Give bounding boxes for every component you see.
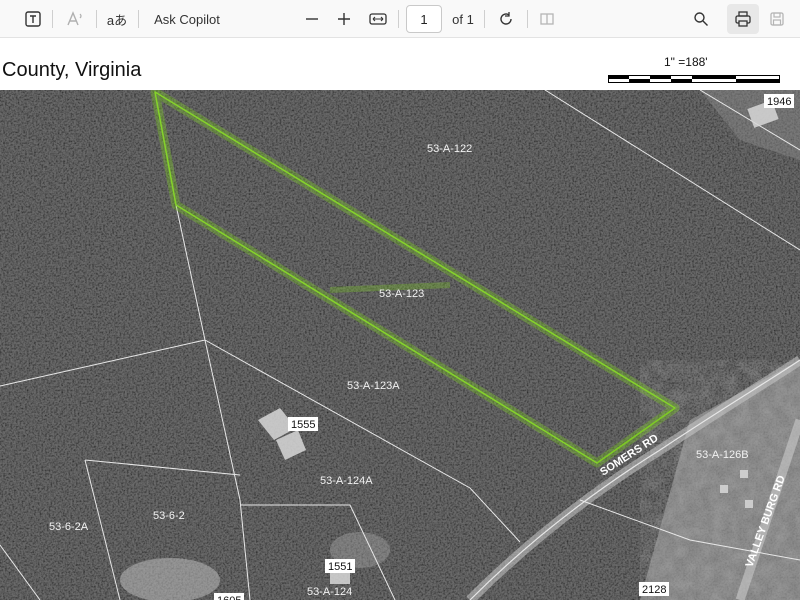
cleared-area-sw (120, 558, 220, 600)
house-number-tag: 1946 (764, 94, 794, 108)
house-number-tag: 1555 (288, 417, 318, 431)
parcel-label: 53-6-2 (153, 510, 185, 522)
toolbar-divider (484, 10, 485, 28)
pdf-toolbar: aあ Ask Copilot 1 of 1 (0, 0, 800, 38)
text-box-icon[interactable] (19, 7, 47, 31)
rotate-icon[interactable] (492, 7, 520, 31)
parcel-label: 53-A-123A (347, 380, 400, 392)
parcel-label: 53-A-124A (320, 475, 373, 487)
house-number: 2128 (642, 584, 666, 596)
fit-width-icon[interactable] (364, 7, 392, 31)
house-number: 1946 (767, 96, 791, 108)
page-view-icon[interactable] (533, 7, 561, 31)
parcel-label: 53-A-124 (307, 586, 352, 598)
house-number-tag: 1605 (214, 593, 244, 600)
ask-copilot-button[interactable]: Ask Copilot (150, 7, 224, 31)
toolbar-divider (138, 10, 139, 28)
toolbar-divider (96, 10, 97, 28)
house-number: 1555 (291, 419, 315, 431)
toolbar-divider (398, 10, 399, 28)
toolbar-divider (527, 10, 528, 28)
toolbar-divider (52, 10, 53, 28)
translate-button[interactable]: aあ (104, 7, 130, 31)
house-number-tag: 1551 (325, 559, 355, 573)
save-icon[interactable] (763, 7, 791, 31)
translate-icon: aあ (106, 12, 128, 28)
parcel-label: 53-A-123 (379, 288, 424, 300)
page-number-input[interactable]: 1 (406, 5, 442, 33)
parcel-label: 53-6-2A (49, 521, 89, 533)
zoom-out-icon[interactable] (298, 7, 326, 31)
house-number: 1605 (217, 595, 241, 600)
scale-bar (608, 75, 780, 83)
zoom-in-icon[interactable] (330, 7, 358, 31)
scale-label: 1" =188' (664, 55, 708, 69)
read-aloud-icon[interactable] (61, 7, 89, 31)
house-number: 1551 (328, 561, 352, 573)
print-icon[interactable] (727, 4, 759, 34)
search-icon[interactable] (687, 7, 715, 31)
parcel-label: 53-A-122 (427, 143, 472, 155)
aerial-map[interactable]: 53-A-122 53-A-123 53-A-123A 53-A-124A 53… (0, 90, 800, 600)
parcel-label: 53-A-126B (696, 449, 749, 461)
page-count: of 1 (452, 11, 474, 27)
page-title: County, Virginia (2, 59, 142, 81)
house-number-tag: 2128 (639, 582, 669, 596)
